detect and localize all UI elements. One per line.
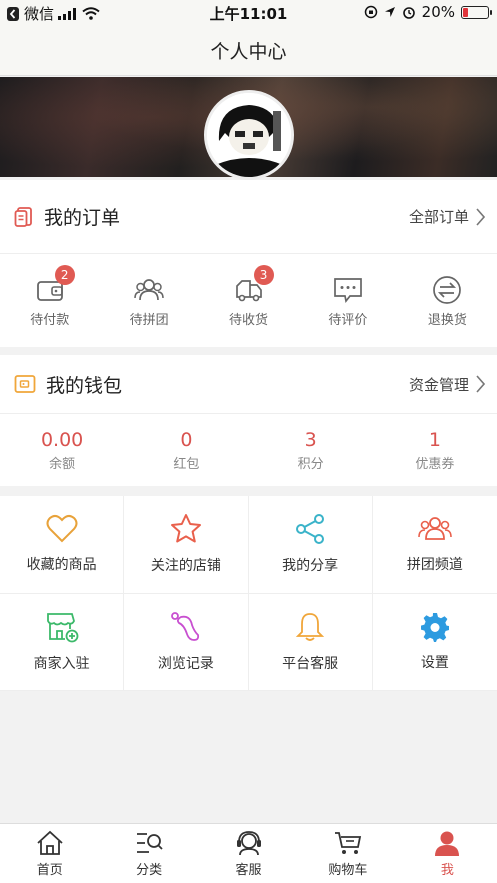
wallet-label: 余额	[49, 456, 76, 472]
order-return-exchange[interactable]: 退换货	[398, 254, 497, 348]
service-favorites[interactable]: 收藏的商品	[0, 496, 125, 594]
wallet-title: 我的钱包	[46, 374, 123, 397]
tab-cart[interactable]: 购物车	[298, 824, 397, 883]
service-my-share[interactable]: 我的分享	[248, 496, 373, 594]
group-icon	[134, 278, 164, 300]
page-title: 个人中心	[210, 41, 287, 63]
headset-icon	[236, 830, 261, 855]
avatar[interactable]	[204, 90, 294, 180]
tab-service[interactable]: 客服	[199, 824, 298, 883]
orders-title: 我的订单	[44, 207, 121, 229]
service-group-buy[interactable]: 拼团频道	[372, 496, 497, 594]
home-icon	[37, 830, 63, 855]
order-item-label: 待收货	[229, 312, 269, 328]
wallet-balance[interactable]: 0.00 余额	[0, 414, 124, 486]
battery-icon	[461, 5, 492, 19]
comment-icon	[334, 277, 362, 303]
star-icon	[170, 514, 201, 543]
chevron-right-icon	[476, 375, 485, 393]
fund-management-label: 资金管理	[408, 375, 469, 394]
tab-me[interactable]: 我	[398, 824, 497, 883]
tab-category[interactable]: 分类	[99, 824, 198, 883]
bell-icon	[295, 612, 325, 641]
wallet-red-packet[interactable]: 0 红包	[124, 414, 248, 486]
status-bar: 微信 上午11:01 20%	[0, 0, 497, 26]
wallet-value: 0	[180, 428, 193, 451]
wallet-label: 红包	[173, 456, 200, 472]
service-label: 拼团频道	[406, 557, 463, 574]
service-label: 关注的店铺	[150, 558, 221, 575]
wallet-card-icon	[14, 375, 36, 393]
services-grid: 收藏的商品 关注的店铺 我的分享 拼团频道 商家入驻 浏览记录 平台客服 设置	[0, 496, 497, 691]
service-label: 我的分享	[282, 558, 339, 575]
order-item-label: 待付款	[30, 312, 70, 328]
all-orders-link[interactable]: 全部订单	[409, 180, 485, 253]
order-item-label: 待拼团	[129, 312, 169, 328]
location-icon	[384, 7, 395, 17]
nav-bar: 个人中心	[0, 26, 497, 76]
wallet-label: 积分	[297, 456, 324, 472]
tab-label: 首页	[36, 862, 63, 878]
avatar-image	[207, 93, 291, 177]
service-customer-support[interactable]: 平台客服	[248, 593, 373, 691]
tab-label: 购物车	[328, 862, 368, 878]
heart-icon	[46, 515, 78, 543]
person-icon	[435, 831, 460, 856]
service-followed-shops[interactable]: 关注的店铺	[124, 496, 249, 594]
category-icon	[137, 832, 163, 853]
order-pending-receipt[interactable]: 3 待收货	[199, 254, 298, 348]
tab-label: 客服	[235, 862, 262, 878]
tab-bar: 首页 分类 客服 购物车 我	[0, 823, 497, 883]
order-item-label: 退换货	[427, 312, 467, 328]
service-merchant-join[interactable]: 商家入驻	[0, 593, 125, 691]
cart-icon	[334, 831, 362, 854]
all-orders-label: 全部订单	[408, 208, 469, 226]
wallet-value: 3	[304, 428, 317, 451]
wallet-card: 我的钱包 资金管理 0.00 余额 0 红包 3 积分 1 优惠券	[0, 355, 497, 486]
service-label: 平台客服	[282, 655, 339, 672]
tab-label: 我	[440, 862, 454, 878]
tab-home[interactable]: 首页	[0, 824, 99, 883]
order-pending-payment[interactable]: 2 待付款	[0, 254, 99, 348]
wallet-coupons[interactable]: 1 优惠券	[373, 414, 497, 486]
wallet-points[interactable]: 3 积分	[249, 414, 373, 486]
wallet-value: 1	[428, 428, 441, 451]
wallet-label: 优惠券	[415, 456, 455, 472]
share-icon	[296, 514, 325, 545]
order-pending-group[interactable]: 待拼团	[99, 254, 198, 348]
orders-card: 我的订单 全部订单 2 待付款 待拼团 3 待收货 待评价 退换货	[0, 180, 497, 347]
service-label: 商家入驻	[33, 655, 90, 672]
footprint-icon	[170, 611, 199, 641]
chevron-right-icon	[476, 207, 485, 226]
fund-management-link[interactable]: 资金管理	[409, 355, 485, 413]
badge: 3	[253, 264, 274, 285]
alarm-icon	[402, 7, 415, 19]
service-settings[interactable]: 设置	[372, 594, 497, 691]
wallet-value: 0.00	[40, 428, 84, 451]
orders-header: 我的订单 全部订单	[0, 180, 497, 254]
tab-label: 分类	[136, 862, 163, 878]
wallet-header: 我的钱包 资金管理	[0, 355, 497, 414]
battery-percent: 20%	[421, 3, 455, 21]
rotation-lock-icon	[364, 5, 377, 19]
service-label: 浏览记录	[157, 655, 214, 672]
service-label: 设置	[420, 654, 449, 671]
service-browse-history[interactable]: 浏览记录	[124, 593, 249, 691]
group-icon	[418, 517, 452, 541]
order-item-label: 待评价	[328, 312, 368, 328]
store-icon	[46, 612, 79, 643]
order-list-icon	[14, 206, 32, 227]
order-pending-review[interactable]: 待评价	[298, 254, 397, 348]
exchange-icon	[433, 275, 462, 304]
gear-icon	[420, 612, 449, 642]
service-label: 收藏的商品	[26, 557, 97, 574]
badge: 2	[54, 264, 75, 285]
